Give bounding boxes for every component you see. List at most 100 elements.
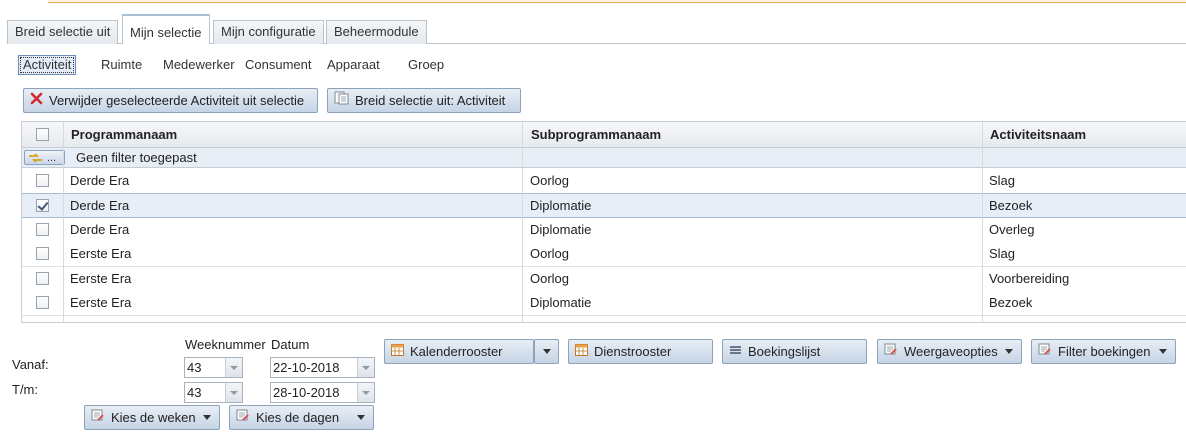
to-date-value: 28-10-2018 [273,385,340,400]
booking-list-button[interactable]: Boekingslijst [722,339,867,364]
cell-activiteitsnaam: Slag [989,246,1016,261]
delete-icon [30,89,43,112]
tab-mijn-configuratie[interactable]: Mijn configuratie [213,20,324,44]
to-week-value: 43 [187,385,202,400]
calendar-schedule-button[interactable]: Kalenderrooster [384,339,534,364]
cell-activiteitsnaam: Slag [989,173,1016,188]
table-row[interactable]: Derde Era Diplomatie Overleg [22,218,1186,243]
extend-selection-label: Breid selectie uit: Activiteit [355,93,506,108]
caret-down-icon [1005,349,1013,354]
subtab-groep[interactable]: Groep [408,57,444,72]
table-row[interactable]: Eerste Era Oorlog Voorbereiding [22,267,1186,292]
duty-roster-label: Dienstrooster [594,344,672,359]
select-all-checkbox[interactable] [36,128,49,141]
column-divider [63,122,64,322]
from-week-select[interactable]: 43 [184,357,243,378]
cell-programmanaam: Eerste Era [70,271,132,286]
cell-subprogrammanaam: Oorlog [530,246,570,261]
caret-down-icon [543,349,551,354]
remove-selection-button[interactable]: Verwijder geselecteerde Activiteit uit s… [23,88,318,113]
cell-activiteitsnaam: Voorbereiding [989,271,1070,286]
chevron-down-icon[interactable] [225,358,242,377]
caret-down-icon [1159,349,1167,354]
extend-selection-button[interactable]: Breid selectie uit: Activiteit [327,88,521,113]
cell-subprogrammanaam: Oorlog [530,173,570,188]
display-options-button[interactable]: Weergaveopties [877,339,1022,364]
row-checkbox[interactable] [36,296,49,309]
calendar-schedule-dropdown[interactable] [534,339,559,364]
cell-activiteitsnaam: Bezoek [989,198,1033,213]
from-date-field[interactable]: 22-10-2018 [270,357,375,378]
cell-subprogrammanaam: Diplomatie [530,295,592,310]
filter-button[interactable]: ... [24,150,65,165]
activity-grid: Programmanaam Subprogrammanaam Activitei… [21,121,1186,323]
date-header: Datum [271,337,310,352]
cell-programmanaam: Derde Era [70,222,130,237]
filter-bookings-label: Filter boekingen [1058,344,1151,359]
cell-activiteitsnaam: Overleg [989,222,1035,237]
table-row[interactable]: Eerste Era Diplomatie Bezoek [22,291,1186,316]
copy-list-icon [334,89,349,112]
subtab-medewerker[interactable]: Medewerker [163,57,235,72]
column-header-activiteitsnaam[interactable]: Activiteitsnaam [983,122,1086,148]
from-week-value: 43 [187,360,202,375]
calendar-schedule-label: Kalenderrooster [410,344,503,359]
chevron-down-icon[interactable] [357,383,374,402]
tab-beheermodule[interactable]: Beheermodule [326,20,427,44]
filter-button-label: ... [47,152,57,164]
cell-activiteitsnaam: Bezoek [989,295,1033,310]
filter-row: ... Geen filter toegepast [22,148,1186,168]
caret-down-icon [357,415,365,420]
choose-weeks-button[interactable]: Kies de weken [84,405,220,430]
cell-subprogrammanaam: Oorlog [530,271,570,286]
table-row[interactable]: Eerste Era Oorlog Slag [22,242,1186,267]
notification-bar [48,0,1186,3]
calendar-icon [575,340,588,363]
subtab-activiteit[interactable]: Activiteit [18,55,77,75]
tab-breid-selectie-uit[interactable]: Breid selectie uit [7,20,119,44]
row-checkbox[interactable] [36,199,49,212]
choose-weeks-label: Kies de weken [111,410,196,425]
edit-list-icon [236,406,250,429]
choose-days-label: Kies de dagen [256,410,340,425]
booking-list-label: Boekingslijst [748,344,821,359]
to-date-field[interactable]: 28-10-2018 [270,382,375,403]
cell-programmanaam: Derde Era [70,198,130,213]
cell-programmanaam: Eerste Era [70,295,132,310]
chevron-down-icon[interactable] [225,383,242,402]
to-week-select[interactable]: 43 [184,382,243,403]
remove-selection-label: Verwijder geselecteerde Activiteit uit s… [49,93,305,108]
table-row[interactable]: Derde Era Oorlog Slag [22,169,1186,194]
subtab-ruimte[interactable]: Ruimte [101,57,142,72]
week-number-header: Weeknummer [185,337,266,352]
row-checkbox[interactable] [36,174,49,187]
from-label: Vanaf: [12,357,49,372]
subtab-consument[interactable]: Consument [245,57,311,72]
from-date-value: 22-10-2018 [273,360,340,375]
subtab-apparaat[interactable]: Apparaat [327,57,380,72]
to-label: T/m: [12,382,38,397]
caret-down-icon [203,415,211,420]
column-header-subprogrammanaam[interactable]: Subprogrammanaam [524,122,661,148]
cell-subprogrammanaam: Diplomatie [530,222,592,237]
edit-list-icon [1038,340,1052,363]
column-header-programmanaam[interactable]: Programmanaam [64,122,177,148]
choose-days-button[interactable]: Kies de dagen [229,405,374,430]
chevron-down-icon[interactable] [357,358,374,377]
grid-header: Programmanaam Subprogrammanaam Activitei… [22,122,1186,148]
row-checkbox[interactable] [36,272,49,285]
duty-roster-button[interactable]: Dienstrooster [568,339,713,364]
cell-subprogrammanaam: Diplomatie [530,198,592,213]
table-row[interactable]: Derde Era Diplomatie Bezoek [22,193,1186,218]
filter-bookings-button[interactable]: Filter boekingen [1031,339,1176,364]
main-tabs: Breid selectie uit Mijn selectie Mijn co… [7,14,1186,44]
display-options-label: Weergaveopties [904,344,998,359]
edit-list-icon [884,340,898,363]
cell-programmanaam: Eerste Era [70,246,132,261]
filter-arrows-icon [29,153,42,163]
tab-mijn-selectie[interactable]: Mijn selectie [122,14,210,44]
row-checkbox[interactable] [36,247,49,260]
list-icon [729,340,742,363]
edit-list-icon [91,406,105,429]
row-checkbox[interactable] [36,223,49,236]
